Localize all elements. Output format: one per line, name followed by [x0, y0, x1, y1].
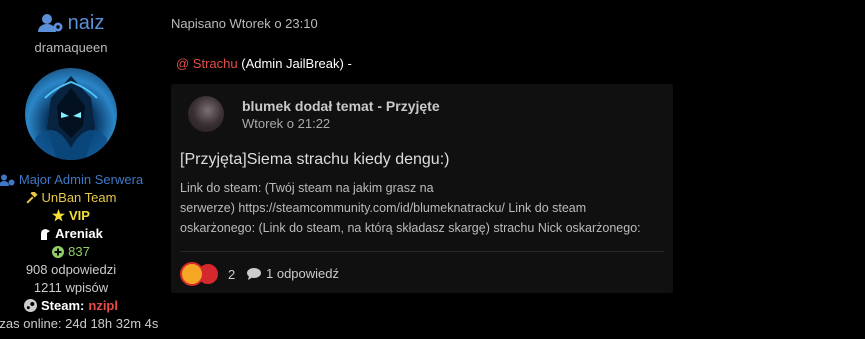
- post-content-line: @ Strachu (Admin JailBreak) -: [176, 56, 352, 71]
- gavel-icon: [25, 191, 38, 204]
- badge-areniak-label: Areniak: [55, 226, 103, 241]
- badge-unban: UnBan Team: [0, 190, 152, 205]
- steam-value[interactable]: nzipl: [88, 298, 118, 313]
- user-group-label: Major Admin Serwera: [18, 172, 144, 187]
- badge-areniak: Areniak: [0, 226, 152, 241]
- embedded-topic-card[interactable]: blumek dodał temat - Przyjęte Wtorek o 2…: [171, 84, 673, 293]
- steam-label: Steam:: [41, 298, 85, 313]
- user-title: dramaqueen: [34, 40, 108, 55]
- embed-body: Link do steam: (Twój steam na jakim gras…: [180, 178, 665, 238]
- badge-vip: VIP: [0, 208, 152, 223]
- badge-vip-label: VIP: [69, 208, 90, 223]
- reactions[interactable]: 2: [180, 262, 235, 286]
- embed-body-line: Link do steam: (Twój steam na jakim gras…: [180, 181, 434, 195]
- user-group: Major Admin Serwera: [0, 172, 152, 187]
- embed-topic-title[interactable]: [Przyjęta]Siema strachu kiedy dengu:): [180, 151, 449, 169]
- post-count: 1211 wpisów: [33, 280, 109, 295]
- user-profile-panel: naiz dramaqueen Major Admin Serwera UnBa…: [0, 0, 158, 339]
- post-date[interactable]: Napisano Wtorek o 23:10: [171, 16, 318, 31]
- user-gear-icon: [37, 13, 64, 33]
- user-mention[interactable]: @ Strachu: [176, 56, 238, 71]
- steam-info: Steam: nzipl: [0, 298, 152, 313]
- mention-text: (Admin JailBreak) -: [241, 56, 352, 71]
- online-time: Czas online: 24d 18h 32m 4s: [0, 316, 159, 331]
- plus-circle-icon: [52, 245, 65, 258]
- reaction-icon: [180, 262, 204, 286]
- divider: [180, 251, 664, 252]
- user-gear-icon: [0, 174, 15, 186]
- avatar[interactable]: [25, 68, 117, 160]
- reply-count-link[interactable]: 1 odpowiedź: [247, 266, 339, 281]
- reputation-value: 837: [68, 244, 90, 259]
- embed-time: Wtorek o 21:22: [242, 116, 331, 131]
- reputation: 837: [0, 244, 152, 259]
- reply-count-label: 1 odpowiedź: [266, 266, 339, 281]
- reaction-count: 2: [228, 266, 236, 282]
- steam-icon: [24, 299, 38, 312]
- embed-author-avatar[interactable]: [188, 96, 224, 132]
- embed-body-line: oskarżonego: (Link do steam, na którą sk…: [180, 221, 641, 235]
- badge-unban-label: UnBan Team: [41, 190, 117, 205]
- embed-title[interactable]: blumek dodał temat - Przyjęte: [242, 98, 440, 114]
- vip-star-icon: [52, 209, 66, 222]
- areniak-helmet-icon: [39, 228, 51, 240]
- comment-icon: [247, 267, 261, 280]
- username[interactable]: naiz: [68, 12, 105, 35]
- embed-body-line: serwerze) https://steamcommunity.com/id/…: [180, 201, 587, 215]
- reply-count: 908 odpowiedzi: [25, 262, 117, 277]
- username-row[interactable]: naiz: [0, 11, 142, 35]
